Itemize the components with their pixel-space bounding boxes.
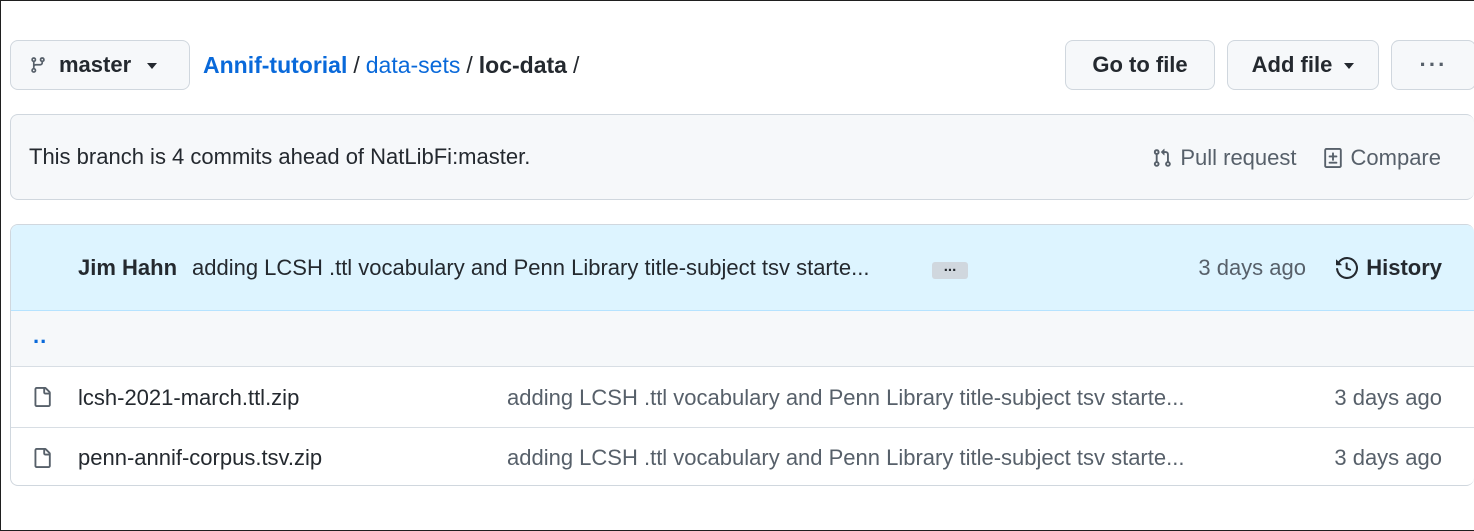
history-label: History — [1366, 254, 1442, 280]
file-commit-message[interactable]: adding LCSH .ttl vocabulary and Penn Lib… — [507, 385, 1184, 411]
chevron-down-icon — [1344, 63, 1355, 69]
add-file-button[interactable]: Add file — [1227, 40, 1379, 90]
breadcrumb-current: loc-data — [478, 51, 567, 78]
file-commit-time: 3 days ago — [1334, 384, 1442, 410]
breadcrumb: Annif-tutorial / data-sets / loc-data / — [203, 40, 579, 90]
pull-request-link[interactable]: Pull request — [1152, 145, 1297, 171]
branch-select-button[interactable]: master — [10, 40, 190, 90]
file-commit-time: 3 days ago — [1334, 445, 1442, 470]
breadcrumb-separator: / — [353, 51, 360, 78]
git-pull-request-icon — [1154, 148, 1172, 167]
branch-name: master — [59, 52, 132, 77]
history-link[interactable]: History — [1336, 255, 1442, 281]
file-navigation: master Annif-tutorial / data-sets / loc-… — [10, 40, 1474, 90]
branch-status-bar: This branch is 4 commits ahead of NatLib… — [10, 114, 1474, 200]
go-to-file-button[interactable]: Go to file — [1065, 40, 1215, 90]
table-row: penn-annif-corpus.tsv.zip adding LCSH .t… — [11, 429, 1474, 485]
branch-status-text: This branch is 4 commits ahead of NatLib… — [29, 144, 531, 169]
expand-commit-message-button[interactable]: ... — [932, 259, 968, 279]
breadcrumb-separator: / — [466, 51, 473, 78]
kebab-horizontal-icon: ··· — [1419, 52, 1448, 77]
breadcrumb-repo-link[interactable]: Annif-tutorial — [203, 52, 347, 79]
table-row: lcsh-2021-march.ttl.zip adding LCSH .ttl… — [11, 368, 1474, 428]
history-icon — [1336, 256, 1359, 279]
parent-directory-row: .. — [11, 311, 1474, 367]
add-file-label: Add file — [1251, 52, 1333, 77]
breadcrumb-separator: / — [572, 51, 580, 78]
compare-link[interactable]: Compare — [1323, 145, 1441, 171]
parent-directory-link[interactable]: .. — [33, 323, 47, 349]
file-diff-icon — [1323, 148, 1342, 168]
commit-message[interactable]: adding LCSH .ttl vocabulary and Penn Lib… — [192, 255, 869, 281]
file-commit-message[interactable]: adding LCSH .ttl vocabulary and Penn Lib… — [507, 445, 1184, 471]
branch-status-actions: Pull request Compare — [1152, 115, 1441, 201]
commit-author[interactable]: Jim Hahn — [78, 255, 177, 281]
file-icon — [34, 387, 51, 407]
file-name-link[interactable]: penn-annif-corpus.tsv.zip — [78, 445, 322, 471]
latest-commit-row: Jim Hahn adding LCSH .ttl vocabulary and… — [11, 225, 1474, 311]
file-icon — [34, 448, 51, 468]
go-to-file-label: Go to file — [1092, 52, 1188, 77]
compare-label: Compare — [1350, 145, 1441, 170]
pull-request-label: Pull request — [1180, 145, 1297, 170]
git-branch-icon — [31, 57, 45, 73]
commit-time: 3 days ago — [1198, 254, 1306, 280]
more-options-button[interactable]: ··· — [1391, 40, 1474, 90]
chevron-down-icon — [147, 63, 158, 69]
file-list: Jim Hahn adding LCSH .ttl vocabulary and… — [10, 224, 1474, 486]
file-name-link[interactable]: lcsh-2021-march.ttl.zip — [78, 385, 299, 411]
breadcrumb-folder-link[interactable]: data-sets — [366, 52, 461, 79]
